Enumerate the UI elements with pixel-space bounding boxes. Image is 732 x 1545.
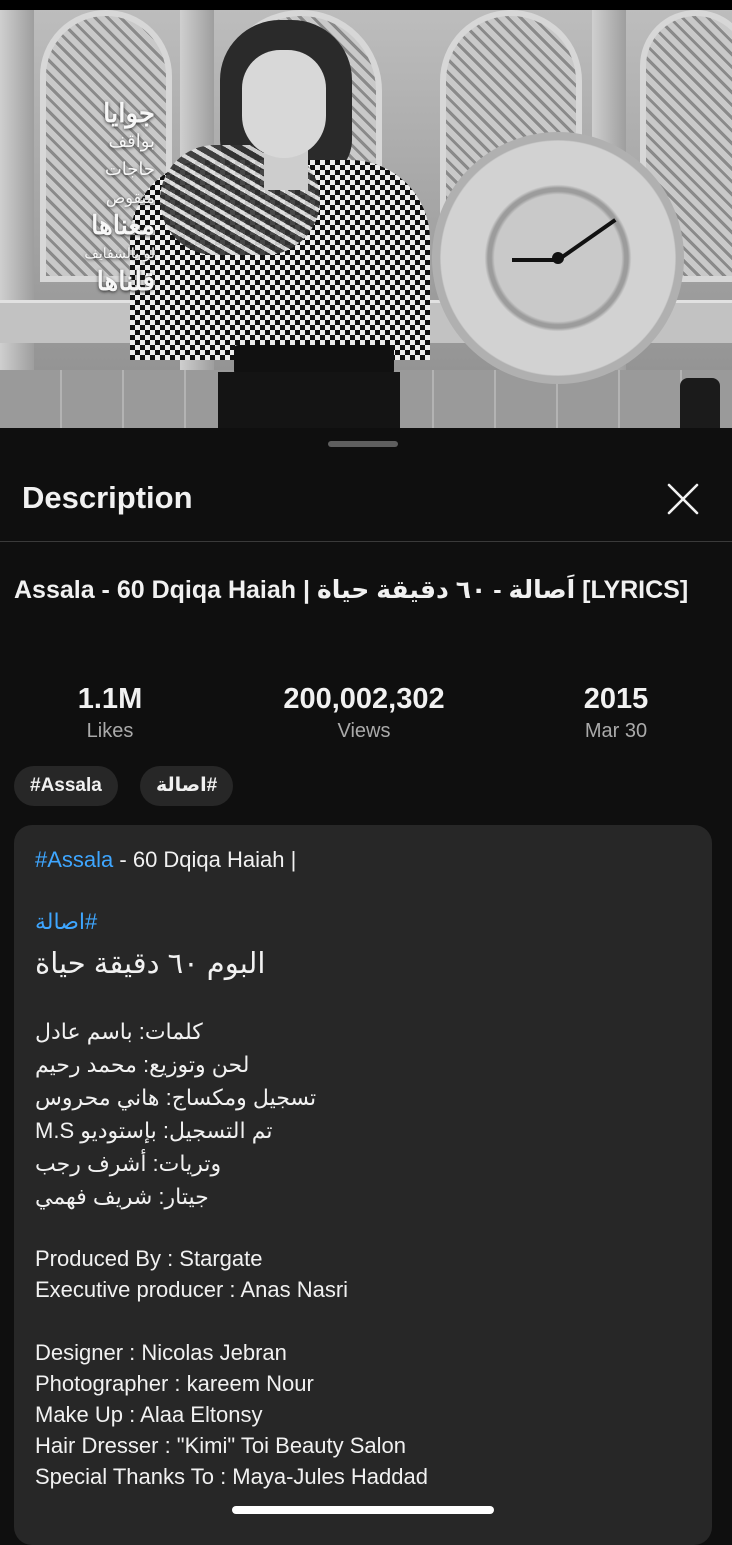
video-title: Assala - 60 Dqiqa Haiah | اَصالة - ٦٠ دق… — [14, 576, 689, 604]
status-bar — [0, 0, 732, 10]
pillar — [0, 10, 34, 428]
credit-line: Special Thanks To : Maya-Jules Haddad — [35, 1464, 428, 1489]
sheet-title: Description — [22, 480, 193, 515]
credit-line: جيتار: شريف فهمي — [35, 1184, 209, 1209]
lyric-line: جوايا — [103, 99, 155, 129]
home-indicator[interactable] — [232, 1506, 494, 1514]
singer-photo — [130, 10, 430, 428]
stat-value: 1.1M — [77, 683, 143, 715]
hashtag-chip[interactable]: #Assala — [14, 766, 118, 806]
credit-line: Make Up : Alaa Eltonsy — [35, 1402, 263, 1427]
stat-likes: 1.1M Likes — [62, 682, 158, 746]
lyric-line: بواقف — [108, 131, 155, 152]
bollard — [680, 378, 720, 428]
stat-value: 200,002,302 — [283, 683, 445, 715]
close-button[interactable] — [660, 476, 706, 522]
lyric-line: معناها — [91, 211, 155, 241]
stat-views: 200,002,302 Views — [264, 682, 464, 746]
hashtag-chip[interactable]: #اصالة — [140, 766, 234, 806]
stat-label: Mar 30 — [584, 720, 648, 742]
clock-center — [552, 252, 564, 264]
credit-line: تسجيل ومكساج: هاني محروس — [35, 1085, 317, 1110]
credit-line: Executive producer : Anas Nasri — [35, 1277, 349, 1302]
credit-line: تم التسجيل: بإستوديو M.S — [35, 1118, 273, 1143]
hashtag-link[interactable]: #Assala — [35, 847, 113, 872]
credit-line: كلمات: باسم عادل — [35, 1019, 203, 1044]
album-line: البوم ٦٠ دقيقة حياة — [35, 948, 266, 980]
description-sheet: Description Assala - 60 Dqiqa Haiah | اَ… — [0, 428, 732, 1545]
divider — [0, 541, 732, 542]
description-text: - 60 Dqiqa Haiah | — [113, 847, 297, 872]
stat-value: 2015 — [583, 683, 649, 715]
stat-label: Views — [337, 720, 391, 742]
lyric-line: منقوص — [105, 188, 155, 207]
stat-date: 2015 Mar 30 — [566, 682, 666, 746]
credit-line: Hair Dresser : "Kimi" Toi Beauty Salon — [35, 1433, 407, 1458]
lyric-line: حاجات — [104, 159, 155, 180]
thumbnail-lyrics-overlay: جوايا بواقف حاجات منقوص معناها لو بالشفا… — [30, 100, 155, 296]
credit-line: Photographer : kareem Nour — [35, 1371, 314, 1396]
hashtag-link[interactable]: #اصالة — [35, 906, 97, 937]
clock-minute-hand — [556, 218, 617, 262]
credit-line: Produced By : Stargate — [35, 1246, 263, 1271]
credit-line: وتريات: أشرف رجب — [35, 1151, 222, 1176]
credit-line: Designer : Nicolas Jebran — [35, 1340, 287, 1365]
description-line: #Assala - 60 Dqiqa Haiah | — [35, 844, 296, 875]
face — [242, 50, 326, 158]
skirt — [218, 372, 400, 428]
lyric-line: قلناها — [96, 267, 155, 297]
stat-label: Likes — [86, 720, 134, 742]
belt — [234, 345, 394, 375]
description-card: #Assala - 60 Dqiqa Haiah | #اصالة البوم … — [14, 825, 712, 1545]
drag-handle[interactable] — [328, 441, 398, 447]
close-icon — [667, 483, 699, 515]
clock-image — [432, 132, 684, 384]
credit-line: لحن وتوزيع: محمد رحيم — [35, 1052, 250, 1077]
lyric-line: لو بالشفايف — [84, 246, 155, 262]
video-thumbnail[interactable]: جوايا بواقف حاجات منقوص معناها لو بالشفا… — [0, 10, 732, 428]
